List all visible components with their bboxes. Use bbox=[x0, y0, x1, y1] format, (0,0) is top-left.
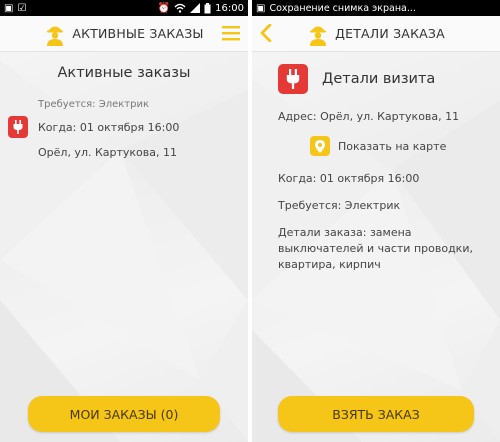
visit-type-badge bbox=[278, 64, 308, 94]
wifi-icon bbox=[174, 3, 186, 13]
worker-logo-icon bbox=[310, 26, 327, 46]
map-pin-icon bbox=[315, 139, 325, 153]
map-pin-badge bbox=[310, 136, 330, 156]
order-when: Когда: 01 октября 16:00 bbox=[278, 172, 420, 185]
battery-icon bbox=[204, 2, 211, 13]
plug-icon bbox=[13, 120, 23, 134]
plug-icon bbox=[286, 69, 300, 89]
back-chevron-icon[interactable] bbox=[260, 24, 272, 42]
status-bar: ▣ Сохранение снимка экрана... bbox=[252, 0, 500, 16]
worker-logo-icon bbox=[47, 26, 64, 46]
app-bar: АКТИВНЫЕ ЗАКАЗЫ bbox=[0, 16, 248, 52]
app-bar-title: ДЕТАЛИ ЗАКАЗА bbox=[335, 26, 445, 41]
electrician-badge bbox=[8, 116, 28, 138]
order-required: Требуется: Электрик bbox=[38, 99, 150, 110]
show-on-map-label: Показать на карте bbox=[338, 139, 447, 153]
order-card[interactable]: Требуется: Электрик Когда: 01 октября 16… bbox=[0, 94, 248, 166]
app-bar: ДЕТАЛИ ЗАКАЗА bbox=[252, 16, 500, 52]
order-details: Детали заказа: замена выключателей и час… bbox=[278, 226, 473, 271]
alarm-icon: ⏰ bbox=[157, 2, 171, 14]
image-icon: ▣ bbox=[256, 2, 266, 14]
status-bar: ▣ ☑ ⏰ 16:00 bbox=[0, 0, 248, 16]
status-notification: Сохранение снимка экрана... bbox=[269, 2, 416, 14]
order-required: Требуется: Электрик bbox=[278, 199, 401, 212]
active-orders-screen: ▣ ☑ ⏰ 16:00 АКТИВНЫЕ ЗАКАЗЫ Активные зак… bbox=[0, 0, 248, 442]
order-address: Орёл, ул. Картукова, 11 bbox=[38, 146, 178, 159]
show-on-map-link[interactable]: Показать на карте bbox=[310, 136, 446, 156]
check-icon: ☑ bbox=[17, 2, 27, 14]
image-icon: ▣ bbox=[4, 2, 14, 14]
page-title: Активные заказы bbox=[57, 65, 191, 81]
menu-icon[interactable] bbox=[222, 25, 240, 41]
app-bar-title: АКТИВНЫЕ ЗАКАЗЫ bbox=[72, 26, 204, 41]
order-when: Когда: 01 октября 16:00 bbox=[38, 121, 180, 134]
page-title: Детали визита bbox=[322, 71, 436, 87]
clock: 16:00 bbox=[215, 2, 244, 14]
order-address: Адрес: Орёл, ул. Картукова, 11 bbox=[278, 110, 460, 123]
take-order-button[interactable]: ВЗЯТЬ ЗАКАЗ bbox=[278, 396, 474, 432]
order-details-screen: ▣ Сохранение снимка экрана... ДЕТАЛИ ЗАК… bbox=[252, 0, 500, 442]
my-orders-button[interactable]: МОИ ЗАКАЗЫ (0) bbox=[28, 396, 220, 432]
signal-icon bbox=[190, 3, 201, 13]
